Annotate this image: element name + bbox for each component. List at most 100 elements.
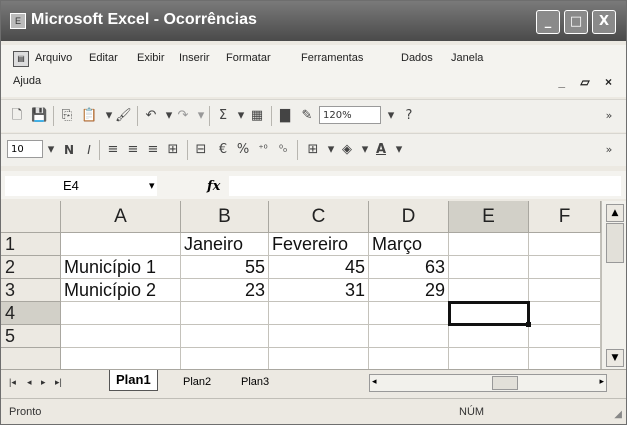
sheet-tab-plan3[interactable]: Plan3 xyxy=(235,372,275,392)
paste-icon[interactable]: 📋 xyxy=(81,107,97,125)
column-header-e[interactable]: E xyxy=(449,201,529,233)
row-header-6-partial[interactable] xyxy=(1,348,61,369)
cell-a6[interactable] xyxy=(61,348,181,369)
cell-e1[interactable] xyxy=(449,233,529,256)
resize-grip-icon[interactable]: ◢ xyxy=(614,409,622,420)
cell-e2[interactable] xyxy=(449,256,529,279)
sheet-tab-plan2[interactable]: Plan2 xyxy=(177,372,217,392)
chart-wizard-icon[interactable]: ▇ xyxy=(277,107,293,125)
align-center-icon[interactable]: ≡ xyxy=(125,141,141,159)
align-left-icon[interactable]: ≡ xyxy=(105,141,121,159)
cell-b2[interactable]: 55 xyxy=(181,256,269,279)
new-icon[interactable]: 🗋 xyxy=(9,107,25,125)
fill-handle[interactable] xyxy=(526,322,531,327)
currency-style-icon[interactable]: ⊟ xyxy=(193,141,209,159)
italic-button[interactable]: I xyxy=(81,141,97,159)
row-header-2[interactable]: 2 xyxy=(1,256,61,279)
align-right-icon[interactable]: ≡ xyxy=(145,141,161,159)
toolbar-overflow-icon[interactable]: » xyxy=(601,107,617,125)
autosum-button[interactable]: Σ xyxy=(215,107,231,125)
row-header-3[interactable]: 3 xyxy=(1,279,61,302)
toolbar-overflow-icon[interactable]: » xyxy=(601,141,617,159)
minimize-button[interactable]: _ xyxy=(536,10,560,34)
font-color-button[interactable]: A xyxy=(373,141,389,159)
percent-button[interactable]: % xyxy=(235,141,251,159)
zoom-dropdown-icon[interactable]: ▾ xyxy=(383,107,399,125)
cell-f4[interactable] xyxy=(529,302,601,325)
close-button[interactable]: X xyxy=(592,10,616,34)
row-header-4[interactable]: 4 xyxy=(1,302,61,325)
menu-dados[interactable]: Dados xyxy=(401,52,433,64)
autosum-dropdown-icon[interactable]: ▾ xyxy=(233,107,249,125)
euro-button[interactable]: € xyxy=(215,141,231,159)
scroll-down-arrow-icon[interactable]: ▼ xyxy=(606,349,624,367)
menu-arquivo[interactable]: Arquivo xyxy=(35,52,72,64)
cell-f2[interactable] xyxy=(529,256,601,279)
menu-exibir[interactable]: Exibir xyxy=(137,52,165,64)
cell-a4[interactable] xyxy=(61,302,181,325)
select-all-corner[interactable] xyxy=(1,201,61,233)
zoom-select[interactable]: 120% xyxy=(319,106,381,124)
borders-dropdown-icon[interactable]: ▾ xyxy=(323,141,339,159)
cell-b3[interactable]: 23 xyxy=(181,279,269,302)
menu-inserir[interactable]: Inserir xyxy=(179,52,210,64)
cell-c5[interactable] xyxy=(269,325,369,348)
font-size-dropdown-icon[interactable]: ▾ xyxy=(43,141,59,159)
formula-input[interactable] xyxy=(229,176,621,196)
scroll-right-arrow-icon[interactable]: ▸ xyxy=(599,376,604,387)
menu-ferramentas[interactable]: Ferramentas xyxy=(301,52,363,64)
menu-formatar[interactable]: Formatar xyxy=(226,52,271,64)
maximize-button[interactable]: □ xyxy=(564,10,588,34)
cell-b6[interactable] xyxy=(181,348,269,369)
column-header-b[interactable]: B xyxy=(181,201,269,233)
cell-d2[interactable]: 63 xyxy=(369,256,449,279)
menu-janela[interactable]: Janela xyxy=(451,52,483,64)
help-button[interactable]: ? xyxy=(401,107,417,125)
cell-c2[interactable]: 45 xyxy=(269,256,369,279)
last-sheet-icon[interactable]: ▸| xyxy=(55,377,62,388)
cell-d3[interactable]: 29 xyxy=(369,279,449,302)
cell-a5[interactable] xyxy=(61,325,181,348)
cell-e3[interactable] xyxy=(449,279,529,302)
next-sheet-icon[interactable]: ▸ xyxy=(41,377,46,388)
cell-b1[interactable]: Janeiro xyxy=(181,233,269,256)
vertical-scroll-thumb[interactable] xyxy=(606,223,624,263)
cell-f5[interactable] xyxy=(529,325,601,348)
name-box-dropdown-icon[interactable]: ▾ xyxy=(149,176,155,196)
cell-c1[interactable]: Fevereiro xyxy=(269,233,369,256)
fill-color-icon[interactable]: ◈ xyxy=(339,141,355,159)
first-sheet-icon[interactable]: |◂ xyxy=(9,377,16,388)
increase-decimal-icon[interactable]: ⁺⁰ xyxy=(255,141,271,159)
cell-e5[interactable] xyxy=(449,325,529,348)
menu-ajuda[interactable]: Ajuda xyxy=(13,75,41,87)
horizontal-scroll-thumb[interactable] xyxy=(492,376,518,390)
undo-icon[interactable]: ↶ xyxy=(143,107,159,125)
cell-b4[interactable] xyxy=(181,302,269,325)
save-icon[interactable]: 💾 xyxy=(31,107,47,125)
copy-icon[interactable]: ⎘ xyxy=(59,107,75,125)
name-box[interactable]: E4 xyxy=(5,176,157,196)
fill-color-dropdown-icon[interactable]: ▾ xyxy=(357,141,373,159)
cell-f6[interactable] xyxy=(529,348,601,369)
cell-a1[interactable] xyxy=(61,233,181,256)
decrease-decimal-icon[interactable]: ⁰₀ xyxy=(275,141,291,159)
borders-icon[interactable]: ⊞ xyxy=(305,141,321,159)
column-header-f[interactable]: F xyxy=(529,201,601,233)
row-header-5[interactable]: 5 xyxy=(1,325,61,348)
cell-f3[interactable] xyxy=(529,279,601,302)
column-header-d[interactable]: D xyxy=(369,201,449,233)
cell-c6[interactable] xyxy=(269,348,369,369)
horizontal-scrollbar[interactable]: ◂ ▸ xyxy=(369,374,607,392)
cell-a2[interactable]: Município 1 xyxy=(61,256,181,279)
redo-icon[interactable]: ↷ xyxy=(175,107,191,125)
font-size-select[interactable]: 10 xyxy=(7,140,43,158)
cell-b5[interactable] xyxy=(181,325,269,348)
excel-app-icon[interactable]: E xyxy=(10,13,26,29)
scroll-left-arrow-icon[interactable]: ◂ xyxy=(372,376,377,387)
sheet-tab-plan1[interactable]: Plan1 xyxy=(109,370,158,391)
cell-d6[interactable] xyxy=(369,348,449,369)
bold-button[interactable]: N xyxy=(61,141,77,159)
cell-a3[interactable]: Município 2 xyxy=(61,279,181,302)
cell-d4[interactable] xyxy=(369,302,449,325)
cell-c4[interactable] xyxy=(269,302,369,325)
